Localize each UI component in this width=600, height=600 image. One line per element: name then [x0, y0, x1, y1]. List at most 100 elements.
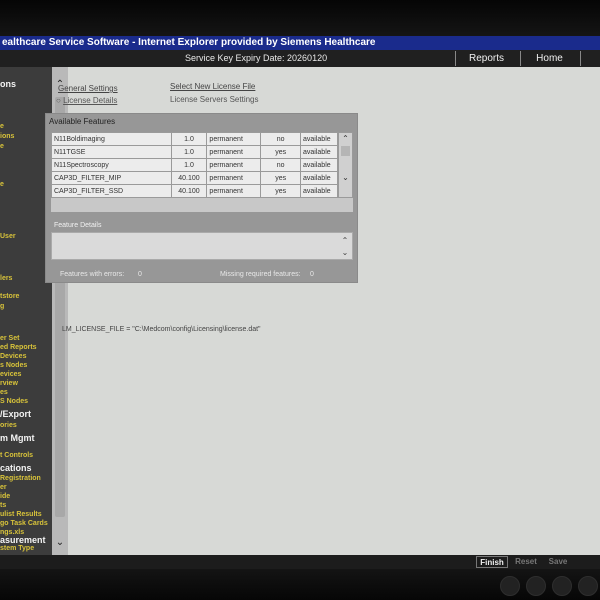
nav-item[interactable]: ulist Results: [0, 511, 42, 519]
nav-item[interactable]: ed Reports: [0, 344, 37, 352]
feature-cell: 40.100: [170, 171, 208, 185]
nav-item[interactable]: ions: [0, 133, 14, 141]
monitor-button: [500, 576, 520, 596]
nav-section-heading[interactable]: m Mgmt: [0, 433, 35, 443]
finish-button[interactable]: Finish: [476, 556, 508, 568]
details-scrollbar[interactable]: ⌃ ⌄: [339, 235, 351, 259]
feature-cell: permanent: [206, 145, 262, 159]
save-button[interactable]: Save: [544, 556, 572, 568]
service-key-expiry: Service Key Expiry Date: 20260120: [185, 53, 328, 63]
top-bar-extra-button[interactable]: [580, 51, 600, 66]
nav-section-heading[interactable]: /Export: [0, 409, 31, 419]
monitor-button: [552, 576, 572, 596]
nav-item[interactable]: t Controls: [0, 452, 33, 460]
nav-item[interactable]: ories: [0, 422, 17, 430]
feature-cell: N11Boldimaging: [51, 132, 172, 146]
scroll-down-icon[interactable]: ⌄: [339, 247, 351, 259]
nav-item[interactable]: User: [0, 233, 16, 241]
select-new-license-file-link[interactable]: Select New License File: [170, 82, 255, 91]
scroll-up-icon[interactable]: ⌃: [339, 235, 351, 247]
monitor-screen: ealthcare Service Software - Internet Ex…: [0, 0, 600, 600]
reset-button[interactable]: Reset: [512, 556, 540, 568]
nav-item[interactable]: rview: [0, 380, 18, 388]
reports-button[interactable]: Reports: [455, 51, 517, 66]
top-bar: Service Key Expiry Date: 20260120 Report…: [0, 50, 600, 67]
license-details-label: License Details: [63, 96, 118, 105]
nav-section-heading[interactable]: asurement: [0, 535, 46, 545]
feature-cell: available: [300, 184, 338, 198]
feature-cell: available: [300, 171, 338, 185]
feature-cell: available: [300, 132, 338, 146]
nav-item[interactable]: evices: [0, 371, 21, 379]
nav-item[interactable]: e: [0, 143, 4, 151]
nav-item[interactable]: s Nodes: [0, 362, 27, 370]
general-settings-link[interactable]: General Settings: [58, 84, 118, 93]
nav-item[interactable]: ons: [0, 79, 16, 89]
nav-section-heading[interactable]: cations: [0, 463, 32, 473]
window-title: ealthcare Service Software - Internet Ex…: [0, 36, 600, 50]
features-scrollbar[interactable]: ⌃ ⌄: [338, 132, 353, 198]
feature-details-box: ⌃ ⌄: [51, 232, 353, 260]
feature-cell: CAP3D_FILTER_MIP: [51, 171, 172, 185]
available-features-title: Available Features: [49, 117, 116, 126]
feature-cell: available: [300, 158, 338, 172]
feature-cell: N11TGSE: [51, 145, 172, 159]
monitor-button: [578, 576, 598, 596]
feature-row[interactable]: CAP3D_FILTER_SSD 40.100 permanent yes availa…: [51, 184, 338, 198]
errors-label: Features with errors:: [60, 271, 125, 278]
nav-item[interactable]: e: [0, 123, 4, 131]
nav-item[interactable]: ts: [0, 502, 6, 510]
feature-cell: permanent: [206, 184, 262, 198]
feature-cell: no: [260, 132, 302, 146]
nav-item[interactable]: ide: [0, 493, 10, 501]
scroll-down-icon[interactable]: ⌄: [54, 537, 66, 549]
feature-cell: N11Spectroscopy: [51, 158, 172, 172]
feature-details-title: Feature Details: [54, 222, 102, 229]
feature-cell: yes: [260, 171, 302, 185]
license-servers-settings-link[interactable]: License Servers Settings: [170, 95, 259, 104]
errors-count: 0: [138, 271, 142, 278]
home-button[interactable]: Home: [520, 51, 578, 66]
monitor-button: [526, 576, 546, 596]
nav-item[interactable]: Registration: [0, 475, 41, 483]
feature-cell: 1.0: [170, 132, 208, 146]
feature-cell: 1.0: [170, 158, 208, 172]
nav-item[interactable]: lers: [0, 275, 12, 283]
missing-features-count: 0: [310, 271, 314, 278]
feature-row[interactable]: N11TGSE 1.0 permanent yes available: [51, 145, 338, 159]
nav-item[interactable]: es: [0, 389, 8, 397]
feature-cell: yes: [260, 184, 302, 198]
license-details-radio[interactable]: ○ License Details: [56, 96, 117, 105]
feature-cell: permanent: [206, 132, 262, 146]
feature-cell: 40.100: [170, 184, 208, 198]
radio-icon: ○: [56, 96, 61, 105]
bottom-bar: Finish Reset Save: [0, 555, 600, 569]
nav-item[interactable]: er Set: [0, 335, 19, 343]
feature-cell: yes: [260, 145, 302, 159]
nav-item[interactable]: e: [0, 181, 4, 189]
feature-cell: 1.0: [170, 145, 208, 159]
features-table: N11Boldimaging 1.0 permanent no available N11…: [51, 132, 338, 198]
missing-features-label: Missing required features:: [220, 271, 301, 278]
nav-item[interactable]: go Task Cards: [0, 520, 48, 528]
nav-item[interactable]: stem Type: [0, 545, 34, 553]
nav-item[interactable]: S Nodes: [0, 398, 28, 406]
nav-item[interactable]: Devices: [0, 353, 26, 361]
feature-cell: no: [260, 158, 302, 172]
nav-item[interactable]: er: [0, 484, 7, 492]
lm-license-file-path: LM_LICENSE_FILE = "C:\Medcom\config\Lice…: [62, 326, 261, 333]
feature-cell: permanent: [206, 171, 262, 185]
scroll-up-icon[interactable]: ⌃: [340, 134, 351, 144]
feature-cell: CAP3D_FILTER_SSD: [51, 184, 172, 198]
feature-row[interactable]: CAP3D_FILTER_MIP 40.100 permanent yes availa…: [51, 171, 338, 185]
available-features-panel: Available Features N11Boldimaging 1.0 perm…: [45, 113, 358, 283]
nav-item[interactable]: g: [0, 303, 4, 311]
feature-row[interactable]: N11Spectroscopy 1.0 permanent no available: [51, 158, 338, 172]
features-scroll-thumb[interactable]: [341, 146, 350, 156]
nav-item[interactable]: tstore: [0, 293, 19, 301]
scroll-down-icon[interactable]: ⌄: [340, 173, 351, 183]
feature-cell: permanent: [206, 158, 262, 172]
feature-row[interactable]: N11Boldimaging 1.0 permanent no available: [51, 132, 338, 146]
monitor-bezel-top: [0, 0, 600, 36]
features-table-footer: [51, 198, 353, 212]
